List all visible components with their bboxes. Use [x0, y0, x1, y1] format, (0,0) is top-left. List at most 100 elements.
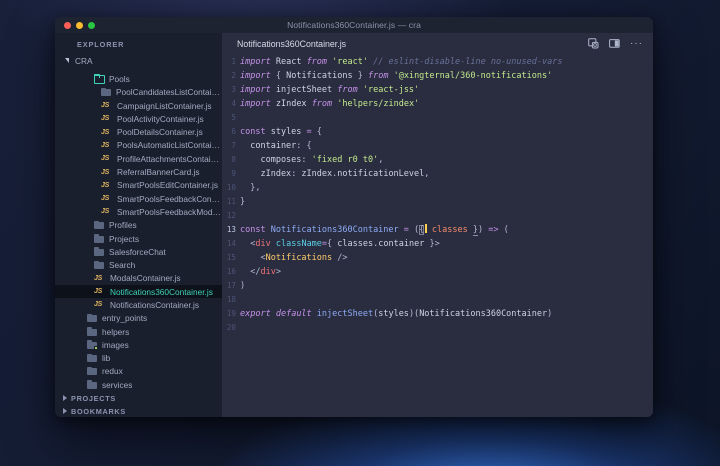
tree-item-label: PoolDetailsContainer.js [117, 127, 203, 138]
code-line[interactable]: 20 [222, 321, 653, 335]
code-line-content: const styles = { [240, 126, 322, 137]
line-number: 17 [226, 280, 236, 290]
tree-item[interactable]: JS PoolDetailsContainer.js [55, 125, 222, 138]
code-line[interactable]: 15 <Notifications /> [222, 251, 653, 265]
tree-item[interactable]: JS PoolActivityContainer.js [55, 112, 222, 125]
tree-item[interactable]: JS SmartPoolsEditContainer.js [55, 179, 222, 192]
code-line[interactable]: 17) [222, 279, 653, 293]
code-line[interactable]: 3 import injectSheet from 'react-jss' [222, 83, 653, 97]
tree-item-label: PoolActivityContainer.js [117, 113, 204, 124]
tree-item[interactable]: JS CampaignListContainer.js [55, 99, 222, 112]
tree-item-label: PoolsAutomaticListContain... [117, 140, 222, 151]
tree-item[interactable]: JS PoolsAutomaticListContain... [55, 139, 222, 152]
code-line[interactable]: 13 const Notifications360Container = ({ c… [222, 223, 653, 237]
tree-item-label: SmartPoolsEditContainer.js [117, 180, 218, 191]
tree-item[interactable]: JS NotificationsContainer.js [55, 298, 222, 311]
code-line[interactable]: 1 import React from 'react' // eslint-dis… [222, 55, 653, 69]
tree-item[interactable]: entry_points [55, 312, 222, 325]
code-line-content: import zIndex from 'helpers/zindex' [240, 98, 420, 109]
folder-image-icon [87, 340, 98, 350]
window-title: Notifications360Container.js — cra [287, 20, 421, 30]
code-line[interactable]: 8 composes: 'fixed r0 t0', [222, 153, 653, 167]
js-file-icon: JS [94, 288, 102, 296]
explorer-sidebar: EXPLORER CRA Pools PoolCandidatesListConta… [55, 33, 222, 417]
code-line[interactable]: 9 zIndex: zIndex.notificationLevel, [222, 167, 653, 181]
section-label: BOOKMARKS [71, 406, 126, 416]
code-line[interactable]: 11} [222, 195, 653, 209]
more-actions-icon[interactable]: ··· [630, 38, 643, 48]
tree-item[interactable]: SalesforceChat [55, 245, 222, 258]
folder-icon [87, 366, 97, 376]
desktop-wallpaper: Notifications360Container.js — cra EXPLO… [0, 0, 720, 466]
tree-item[interactable]: JS ModalsContainer.js [55, 272, 222, 285]
code-line[interactable]: 6 const styles = { [222, 125, 653, 139]
code-line[interactable]: 16 </div> [222, 265, 653, 279]
tree-item[interactable]: Profiles [55, 219, 222, 232]
tree-item-label: redux [102, 366, 123, 377]
code-line[interactable]: 2 import { Notifications } from '@xingter… [222, 69, 653, 83]
line-number: 15 [226, 252, 236, 262]
tree-item-label: ReferralBannerCard.js [117, 167, 200, 178]
tree-item[interactable]: services [55, 378, 222, 391]
code-line[interactable]: 12 [222, 209, 653, 223]
code-line[interactable]: 7 container: { [222, 139, 653, 153]
tree-item-label: CRA [75, 55, 93, 66]
sidebar-section-bookmarks[interactable]: BOOKMARKS [55, 405, 222, 417]
tree-item[interactable]: Projects [55, 232, 222, 245]
code-line[interactable]: 10 }, [222, 181, 653, 195]
tab-active-file[interactable]: Notifications360Container.js [237, 39, 346, 49]
line-number: 8 [231, 154, 236, 164]
code-line-content [236, 293, 240, 307]
tree-item[interactable]: Search [55, 258, 222, 271]
tree-item-label: SalesforceChat [109, 246, 166, 257]
tree-item[interactable]: images [55, 338, 222, 351]
tree-item[interactable]: JS Notifications360Container.js [55, 285, 222, 299]
tree-item-label: Search [109, 260, 136, 271]
tree-item-label: ModalsContainer.js [110, 273, 181, 284]
chevron-expanded-icon[interactable] [63, 58, 70, 64]
js-file-icon: JS [101, 128, 109, 136]
tree-item-label: NotificationsContainer.js [110, 299, 200, 310]
code-line[interactable]: 4 import zIndex from 'helpers/zindex' [222, 97, 653, 111]
tree-item[interactable]: Pools [55, 72, 222, 85]
editor-pane: Notifications360Container.js ··· 1 impor… [222, 33, 653, 417]
preview-icon[interactable] [588, 38, 599, 49]
split-editor-icon[interactable] [609, 39, 620, 48]
tree-item-label: images [102, 339, 129, 350]
tree-item[interactable]: CRA [55, 54, 222, 67]
line-number: 14 [226, 238, 236, 248]
folder-icon [94, 247, 104, 256]
tree-item[interactable]: PoolCandidatesListContain... [55, 86, 222, 99]
code-line[interactable]: 19 export default injectSheet(styles)(Not… [222, 307, 653, 321]
js-file-icon: JS [94, 301, 102, 309]
tab-actions: ··· [588, 38, 643, 49]
line-number: 16 [226, 266, 236, 276]
code-line-content: <Notifications /> [260, 252, 348, 263]
code-line-content: } [240, 196, 246, 207]
code-line-content: </div> [250, 266, 281, 277]
code-line-content: <div className={ classes.container }> [250, 238, 440, 249]
tree-item[interactable]: redux [55, 365, 222, 378]
sidebar-section-projects[interactable]: PROJECTS [55, 391, 222, 404]
code-line[interactable]: 18 [222, 293, 653, 307]
code-line[interactable]: 14 <div className={ classes.container }> [222, 237, 653, 251]
folder-icon [87, 380, 97, 389]
tree-item[interactable]: JS ReferralBannerCard.js [55, 165, 222, 178]
code-line-content: }, [240, 182, 261, 193]
chevron-collapsed-icon [63, 408, 67, 415]
tree-item-label: entry_points [102, 313, 148, 324]
code-editor[interactable]: 1 import React from 'react' // eslint-dis… [222, 54, 653, 417]
tree-item[interactable]: JS SmartPoolsFeedbackConta... [55, 192, 222, 205]
tree-item[interactable]: helpers [55, 325, 222, 338]
tree-item-label: Pools [109, 73, 130, 84]
code-line[interactable]: 5 [222, 111, 653, 125]
tree-item[interactable]: lib [55, 352, 222, 365]
tree-item[interactable]: JS SmartPoolsFeedbackModa... [55, 205, 222, 218]
tree-item[interactable]: JS ProfileAttachmentsContain... [55, 152, 222, 165]
code-line-content: import injectSheet from 'react-jss' [240, 84, 420, 95]
folder-icon [94, 260, 104, 270]
folder-icon [101, 87, 111, 97]
code-line-content: export default injectSheet(styles)(Notif… [240, 308, 553, 319]
window-titlebar[interactable]: Notifications360Container.js — cra [55, 17, 653, 33]
tree-item-label: SmartPoolsFeedbackModa... [117, 206, 222, 217]
